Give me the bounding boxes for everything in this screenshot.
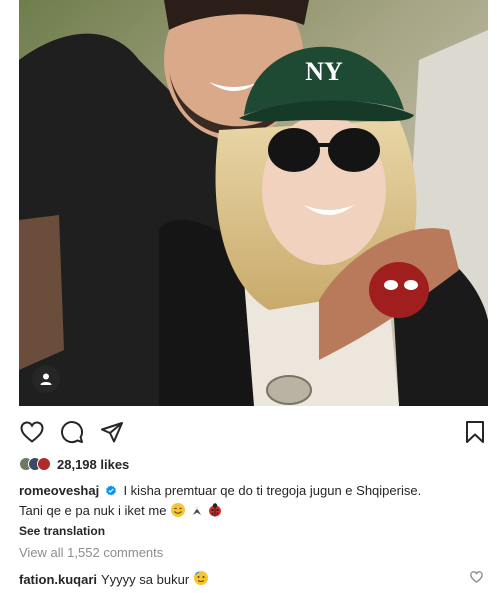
caption-username[interactable]: romeoveshaj [19, 483, 99, 498]
share-icon [101, 422, 123, 443]
comment-text: Yyyyy sa bukur [101, 572, 190, 587]
heart-icon [20, 421, 44, 443]
like-button[interactable] [19, 419, 45, 445]
instagram-post: NY 28,198 likes romeoveshaj I kisha prem… [0, 0, 497, 593]
save-button[interactable] [462, 419, 488, 445]
post-caption: romeoveshaj I kisha premtuar qe do ti tr… [19, 482, 479, 523]
comment-icon [61, 421, 84, 444]
view-all-comments-link[interactable]: View all 1,552 comments [19, 545, 163, 560]
comment-row: fation.kuqari Yyyyy sa bukur [19, 570, 488, 589]
heart-icon [470, 571, 483, 584]
likes-row: 28,198 likes [19, 455, 129, 473]
liker-avatar [37, 457, 51, 471]
comment-like-button[interactable] [470, 571, 483, 586]
bookmark-icon [466, 421, 484, 443]
photo-illustration: NY [19, 0, 488, 406]
comment-username[interactable]: fation.kuqari [19, 572, 97, 587]
share-button[interactable] [99, 419, 125, 445]
action-bar [19, 418, 488, 446]
verified-badge-icon [105, 484, 117, 502]
liker-avatars[interactable] [19, 457, 51, 471]
user-tag-button[interactable] [32, 365, 60, 393]
caption-text-line2: Tani qe e pa nuk i iket me [19, 503, 167, 518]
eagle-emoji-icon [190, 504, 204, 523]
comment-button[interactable] [59, 419, 85, 445]
user-tag-icon [40, 373, 52, 385]
smiling-face-emoji-icon [170, 502, 186, 523]
see-translation-link[interactable]: See translation [19, 524, 105, 538]
face-emoji-icon [193, 570, 209, 589]
post-photo[interactable]: NY [19, 0, 488, 406]
lady-beetle-emoji-icon [207, 502, 223, 523]
likes-count[interactable]: 28,198 likes [57, 457, 129, 472]
caption-text-line1: I kisha premtuar qe do ti tregoja jugun … [123, 483, 422, 498]
svg-text:NY: NY [305, 57, 343, 86]
